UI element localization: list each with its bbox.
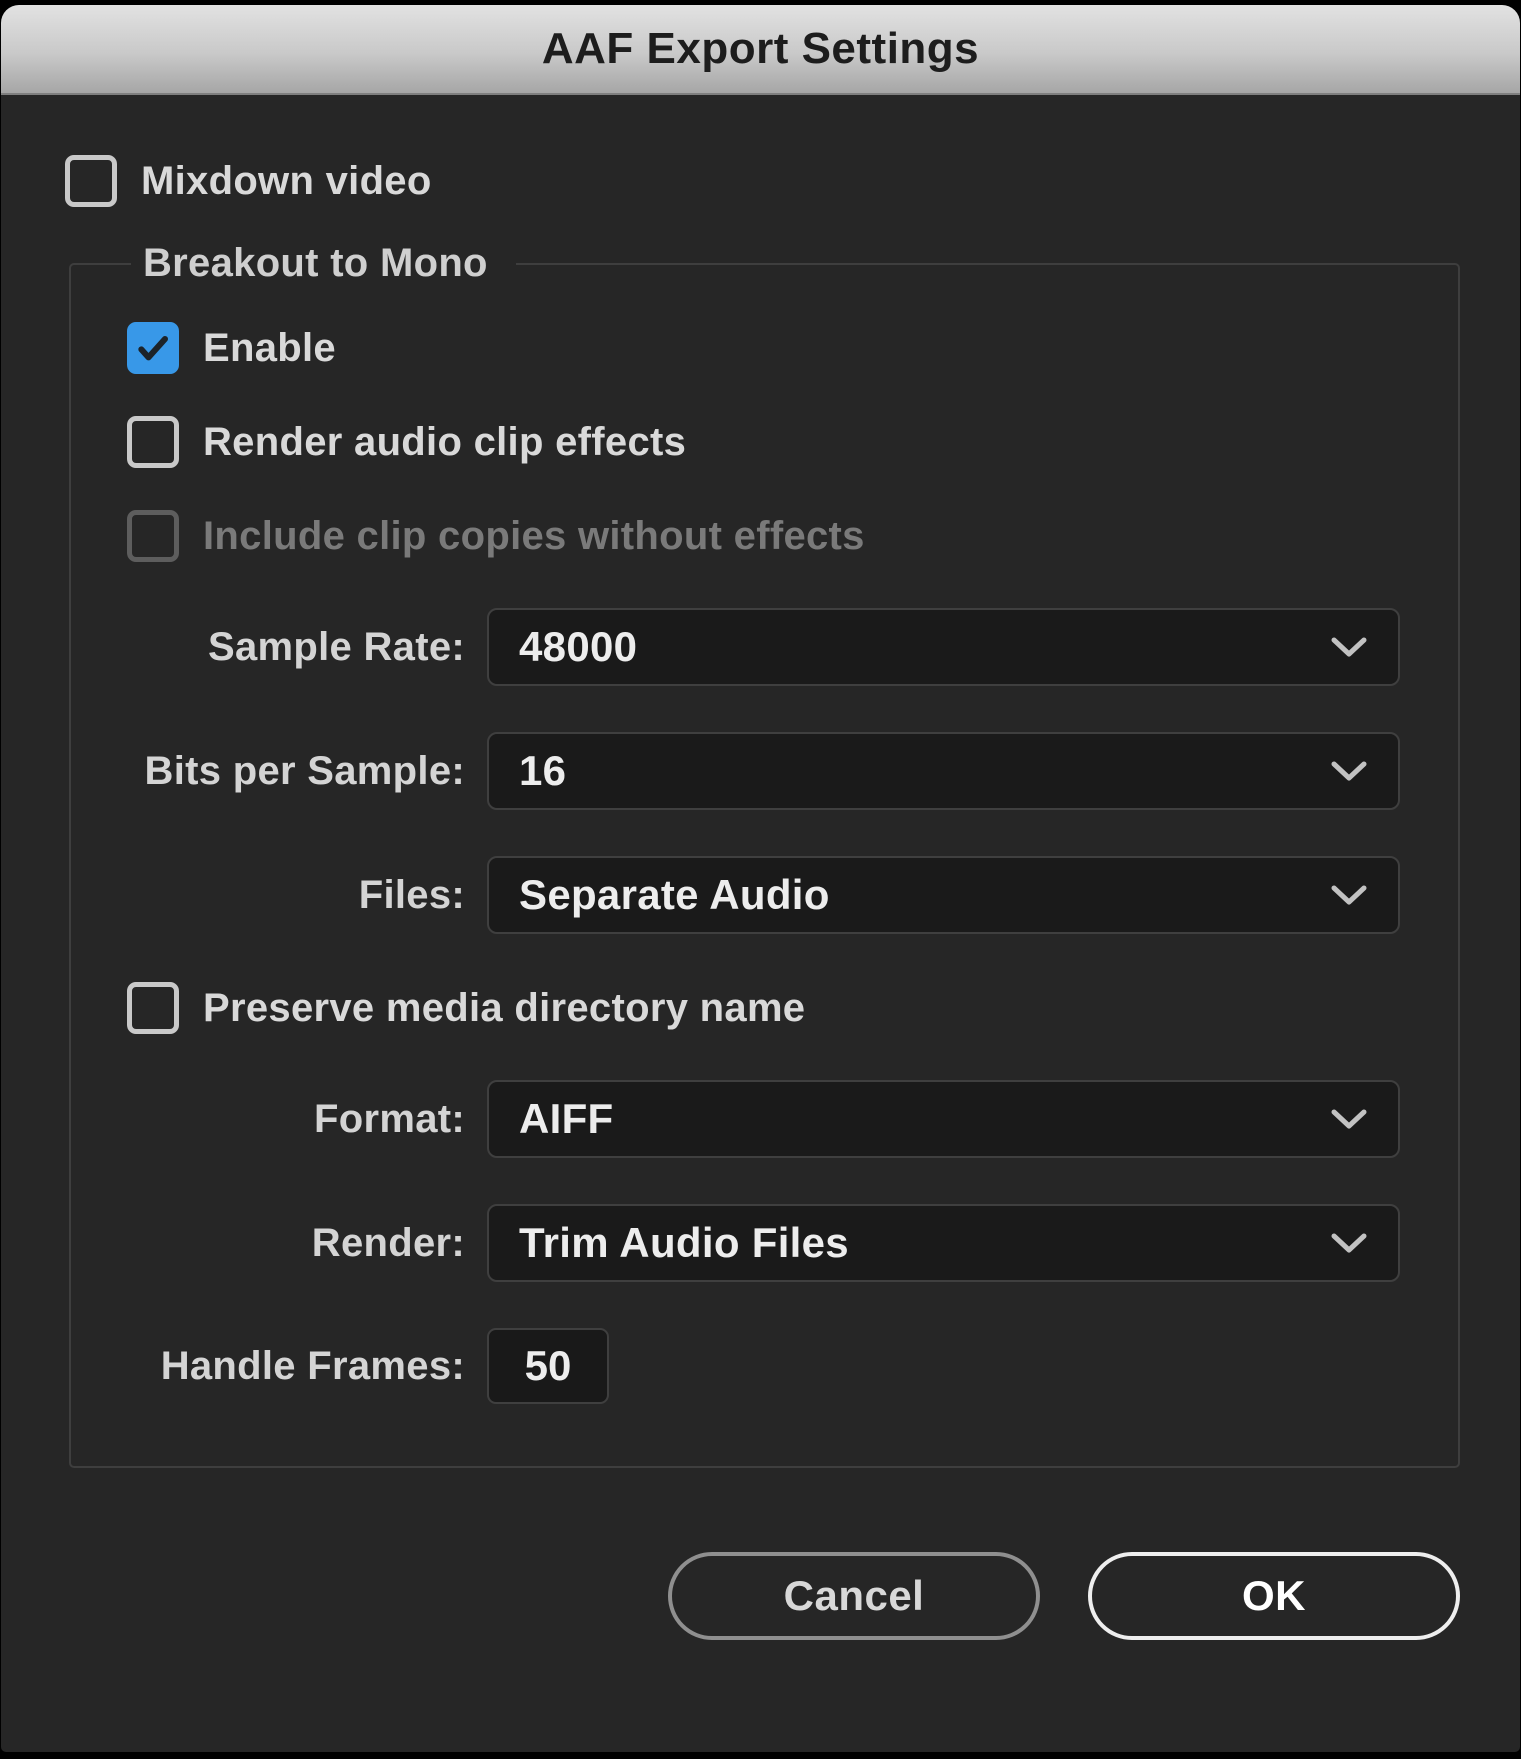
enable-label: Enable: [203, 326, 336, 371]
preserve-media-directory-label: Preserve media directory name: [203, 986, 805, 1031]
breakout-to-mono-legend: Breakout to Mono: [131, 241, 516, 286]
format-label: Format:: [127, 1097, 467, 1142]
dialog-title: AAF Export Settings: [542, 24, 979, 74]
dialog-content: Mixdown video Breakout to Mono Enable Re…: [1, 155, 1520, 1640]
render-dropdown[interactable]: Trim Audio Files: [487, 1204, 1400, 1282]
enable-row: Enable: [127, 322, 1400, 374]
handle-frames-row: Handle Frames:: [127, 1328, 1400, 1404]
format-dropdown[interactable]: AIFF: [487, 1080, 1400, 1158]
dialog-button-row: Cancel OK: [65, 1552, 1460, 1640]
mixdown-video-label: Mixdown video: [141, 159, 432, 204]
render-audio-clip-effects-checkbox[interactable]: [127, 416, 179, 468]
include-clip-copies-label: Include clip copies without effects: [203, 514, 865, 559]
render-value: Trim Audio Files: [519, 1219, 849, 1267]
chevron-down-icon: [1330, 635, 1368, 659]
render-label: Render:: [127, 1221, 467, 1266]
format-row: Format: AIFF: [127, 1080, 1400, 1158]
files-label: Files:: [127, 873, 467, 918]
bits-per-sample-value: 16: [519, 747, 566, 795]
render-row: Render: Trim Audio Files: [127, 1204, 1400, 1282]
bits-per-sample-dropdown[interactable]: 16: [487, 732, 1400, 810]
breakout-to-mono-group: Breakout to Mono Enable Render audio cli…: [69, 241, 1460, 1468]
sample-rate-label: Sample Rate:: [127, 625, 467, 670]
cancel-button[interactable]: Cancel: [668, 1552, 1040, 1640]
checkmark-icon: [133, 328, 173, 368]
enable-checkbox[interactable]: [127, 322, 179, 374]
chevron-down-icon: [1330, 1231, 1368, 1255]
files-value: Separate Audio: [519, 871, 830, 919]
render-audio-clip-effects-label: Render audio clip effects: [203, 420, 686, 465]
mixdown-video-row: Mixdown video: [65, 155, 1460, 207]
sample-rate-dropdown[interactable]: 48000: [487, 608, 1400, 686]
handle-frames-input[interactable]: [487, 1328, 609, 1404]
chevron-down-icon: [1330, 1107, 1368, 1131]
chevron-down-icon: [1330, 759, 1368, 783]
render-audio-clip-effects-row: Render audio clip effects: [127, 416, 1400, 468]
bits-per-sample-row: Bits per Sample: 16: [127, 732, 1400, 810]
screenshot-canvas: AAF Export Settings Mixdown video Breako…: [0, 0, 1521, 1759]
dialog-titlebar[interactable]: AAF Export Settings: [1, 5, 1520, 95]
files-row: Files: Separate Audio: [127, 856, 1400, 934]
handle-frames-label: Handle Frames:: [127, 1344, 467, 1389]
aaf-export-settings-dialog: AAF Export Settings Mixdown video Breako…: [1, 5, 1520, 1752]
bits-per-sample-label: Bits per Sample:: [127, 749, 467, 794]
include-clip-copies-checkbox: [127, 510, 179, 562]
preserve-media-directory-checkbox[interactable]: [127, 982, 179, 1034]
files-dropdown[interactable]: Separate Audio: [487, 856, 1400, 934]
format-value: AIFF: [519, 1095, 614, 1143]
preserve-media-directory-row: Preserve media directory name: [127, 982, 1400, 1034]
chevron-down-icon: [1330, 883, 1368, 907]
mixdown-video-checkbox[interactable]: [65, 155, 117, 207]
include-clip-copies-row: Include clip copies without effects: [127, 510, 1400, 562]
ok-button[interactable]: OK: [1088, 1552, 1460, 1640]
sample-rate-row: Sample Rate: 48000: [127, 608, 1400, 686]
sample-rate-value: 48000: [519, 623, 637, 671]
